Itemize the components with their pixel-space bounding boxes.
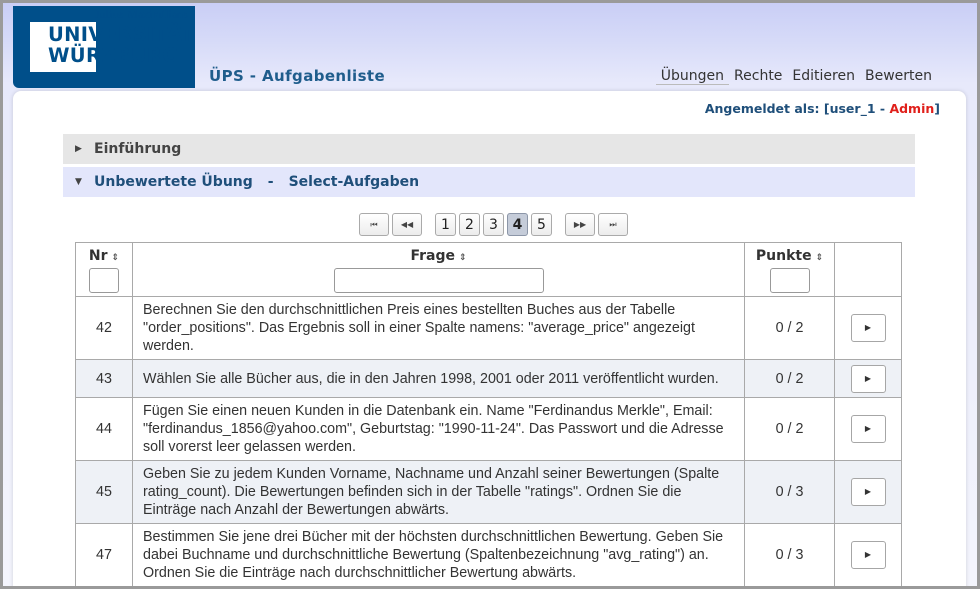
open-exercise-button[interactable]: ▶ [850,541,886,569]
row-question: Bestimmen Sie jene drei Bücher mit der h… [132,523,745,586]
row-points: 0 / 2 [744,296,835,360]
open-exercise-button[interactable]: ▶ [850,478,886,506]
first-page-button[interactable]: ⏮ [359,213,389,236]
row-action-cell: ▶ [834,460,902,524]
accordion-section-label: Unbewertete Übung [94,174,253,190]
login-dash: - [875,101,890,116]
row-action-cell: ▶ [834,296,902,360]
page-button-1[interactable]: 1 [435,213,456,236]
row-question: Fügen Sie einen neuen Kunden in die Date… [132,397,745,461]
login-user[interactable]: user_1 [830,101,876,116]
page-button-3[interactable]: 3 [483,213,504,236]
top-navigation: Übungen Rechte Editieren Bewerten [655,68,937,85]
row-points: 0 / 2 [744,397,835,461]
column-header-nr-label: Nr [88,248,108,264]
open-exercise-button[interactable]: ▶ [850,314,886,342]
row-nr: 45 [75,460,133,524]
column-header-action [834,242,902,297]
sort-icon[interactable]: ⇕ [112,253,120,263]
row-question: Wählen Sie alle Bücher aus, die in den J… [132,359,745,398]
browser-frame: Julius-Maximilians- UNIVERSITÄT WÜRZBURG… [0,0,980,589]
filter-frage-input[interactable] [333,268,544,293]
row-question: Berechnen Sie den durchschnittlichen Pre… [132,296,745,360]
exercise-table: Nr ⇕ Frage ⇕ Punkte ⇕ 42 Berechnen Sie d… [75,242,902,586]
nav-rechte[interactable]: Rechte [729,68,787,85]
open-exercise-button[interactable]: ▶ [850,415,886,443]
row-points: 0 / 3 [744,523,835,586]
triangle-right-icon: ▶ [75,144,82,154]
page-button-4-current[interactable]: 4 [507,213,528,236]
sort-icon[interactable]: ⇕ [816,253,824,263]
logo-text-line2: UNIVERSITÄT [48,23,195,46]
accordion-intro-label: Einführung [94,141,182,157]
prev-page-button[interactable]: ◀◀ [392,213,422,236]
column-header-nr[interactable]: Nr ⇕ [75,242,133,297]
table-header-row: Nr ⇕ Frage ⇕ Punkte ⇕ [75,242,902,297]
table-row: 43 Wählen Sie alle Bücher aus, die in de… [75,359,902,398]
row-nr: 47 [75,523,133,586]
row-nr: 44 [75,397,133,461]
logo-text: UNIVERSITÄT WÜRZBURG [48,23,195,67]
row-nr: 43 [75,359,133,398]
accordion-intro[interactable]: ▶ Einführung [63,134,915,164]
accordion-subsection-label: Select-Aufgaben [288,174,420,190]
pagination: ⏮ ◀◀ 1 2 3 4 5 ▶▶ ⏭ [359,213,631,236]
app-title: ÜPS - Aufgabenliste [209,67,386,85]
row-question: Geben Sie zu jedem Kunden Vorname, Nachn… [132,460,745,524]
row-nr: 42 [75,296,133,360]
triangle-down-icon: ▼ [75,177,82,187]
nav-editieren[interactable]: Editieren [787,68,860,85]
nav-bewerten[interactable]: Bewerten [860,68,937,85]
table-row: 44 Fügen Sie einen neuen Kunden in die D… [75,397,902,461]
open-exercise-button[interactable]: ▶ [850,364,886,393]
row-action-cell: ▶ [834,523,902,586]
table-row: 42 Berechnen Sie den durchschnittlichen … [75,296,902,360]
page-button-5[interactable]: 5 [531,213,552,236]
column-header-frage-label: Frage [410,248,455,264]
column-header-frage[interactable]: Frage ⇕ [132,242,745,297]
last-page-button[interactable]: ⏭ [598,213,628,236]
next-page-button[interactable]: ▶▶ [565,213,595,236]
accordion-separator: - [267,174,274,190]
login-suffix: ] [934,101,940,116]
row-action-cell: ▶ [834,359,902,398]
sort-icon[interactable]: ⇕ [459,253,467,263]
table-row: 47 Bestimmen Sie jene drei Bücher mit de… [75,523,902,586]
content-panel: Angemeldet als: [user_1 - Admin] ▶ Einfü… [13,91,966,586]
row-points: 0 / 3 [744,460,835,524]
row-points: 0 / 2 [744,359,835,398]
login-role: Admin [889,101,935,116]
login-status: Angemeldet als: [user_1 - Admin] [705,101,940,116]
column-header-punkte[interactable]: Punkte ⇕ [744,242,835,297]
row-action-cell: ▶ [834,397,902,461]
accordion-unbewertete-uebung[interactable]: ▼ Unbewertete Übung - Select-Aufgaben [63,167,915,197]
logo-text-line1: Julius-Maximilians- [95,7,192,21]
filter-punkte-input[interactable] [769,268,810,293]
page-button-2[interactable]: 2 [459,213,480,236]
login-prefix: Angemeldet als: [ [704,101,830,116]
column-header-punkte-label: Punkte [755,248,812,264]
table-row: 45 Geben Sie zu jedem Kunden Vorname, Na… [75,460,902,524]
nav-uebungen[interactable]: Übungen [655,68,730,85]
logo-text-line3: WÜRZBURG [48,44,179,67]
filter-nr-input[interactable] [89,268,119,293]
